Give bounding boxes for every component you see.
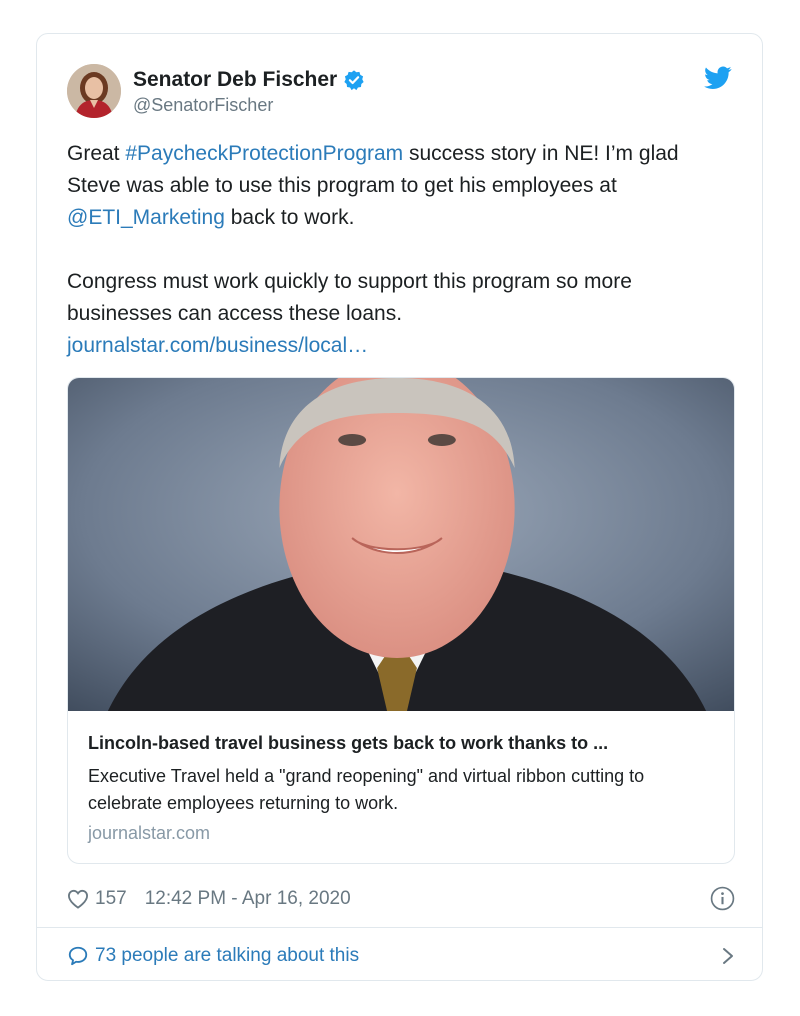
like-count[interactable]: 157 <box>95 888 127 910</box>
article-url-link[interactable]: journalstar.com/business/local… <box>67 334 368 357</box>
tweet-paragraph-1: Great #PaycheckProtectionProgram success… <box>67 138 737 234</box>
conversation-link[interactable]: 73 people are talking about this <box>67 942 735 970</box>
speech-bubble-icon <box>68 946 88 966</box>
tweet-text-post: back to work. <box>224 206 355 229</box>
author-handle[interactable]: @SenatorFischer <box>133 95 273 116</box>
link-preview-description: Executive Travel held a "grand reopening… <box>88 766 645 813</box>
info-icon[interactable] <box>710 886 735 911</box>
avatar[interactable] <box>67 64 121 118</box>
link-preview-domain: journalstar.com <box>88 823 211 843</box>
avatar-photo <box>67 64 121 118</box>
link-preview-card[interactable]: Lincoln-based travel business gets back … <box>67 377 735 864</box>
link-preview-body: Lincoln-based travel business gets back … <box>68 711 734 844</box>
link-preview-title[interactable]: Lincoln-based travel business gets back … <box>88 731 714 755</box>
tweet-card: Senator Deb Fischer @SenatorFischer Grea… <box>36 33 763 981</box>
author-name-row[interactable]: Senator Deb Fischer <box>133 68 365 92</box>
tweet-text-pre: Great <box>67 142 126 165</box>
article-photo <box>68 378 734 711</box>
hashtag-link[interactable]: #PaycheckProtectionProgram <box>125 142 403 165</box>
mention-link[interactable]: @ETI_Marketing <box>67 206 225 229</box>
tweet-meta: 157 12:42 PM - Apr 16, 2020 <box>67 885 735 913</box>
verified-badge-icon <box>344 70 364 91</box>
tweet-paragraph-2: Congress must work quickly to support th… <box>67 266 737 362</box>
chevron-right-icon[interactable] <box>721 946 735 966</box>
conversation-link-text[interactable]: 73 people are talking about this <box>95 945 359 967</box>
tweet-text: Great #PaycheckProtectionProgram success… <box>67 138 737 362</box>
footer-divider <box>37 927 762 928</box>
heart-icon[interactable] <box>67 889 89 909</box>
tweet-timestamp[interactable]: 12:42 PM - Apr 16, 2020 <box>145 888 351 910</box>
tweet-text-p2: Congress must work quickly to support th… <box>67 270 632 325</box>
twitter-bird-icon[interactable] <box>704 66 732 90</box>
author-display-name[interactable]: Senator Deb Fischer <box>133 68 337 92</box>
